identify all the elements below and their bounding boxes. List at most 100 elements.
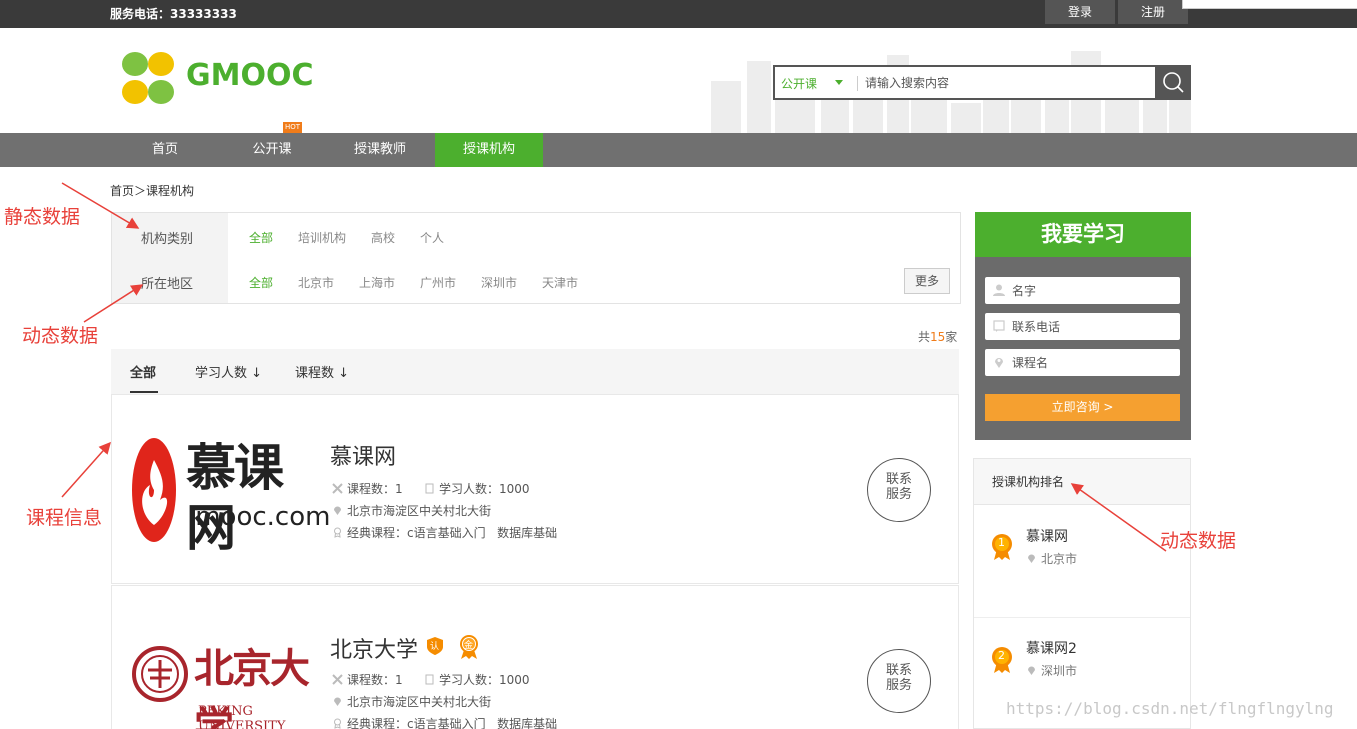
breadcrumb[interactable]: 首页＞课程机构 xyxy=(110,182,194,199)
ranking-org-city: 深圳市 xyxy=(1026,662,1077,679)
ranking-item[interactable]: 1 慕课网 北京市 xyxy=(974,506,1190,618)
name-input[interactable] xyxy=(1012,281,1172,300)
region-option-beijing[interactable]: 北京市 xyxy=(298,274,334,291)
student-count-text: 学习人数：1000 xyxy=(439,482,530,496)
category-option-training[interactable]: 培训机构 xyxy=(298,229,346,246)
total-suffix: 家 xyxy=(945,330,958,344)
award-icon xyxy=(334,527,341,538)
region-option-shenzhen[interactable]: 深圳市 xyxy=(481,274,517,291)
consult-form-title: 我要学习 xyxy=(975,212,1191,257)
classic-label: 经典课程： xyxy=(347,526,408,540)
search-category-select[interactable]: 公开课 xyxy=(781,75,817,92)
org-card: 北京大学 PEKING UNIVERSITY 北京大学 认 金 课程数：1 学习… xyxy=(111,585,959,729)
nav-item-teachers[interactable]: 授课教师 xyxy=(330,133,430,167)
name-field[interactable] xyxy=(985,277,1180,304)
sort-tab-all[interactable]: 全部 xyxy=(130,362,156,381)
search-input[interactable] xyxy=(865,73,1145,93)
org-logo-imooc[interactable]: 慕课网 imooc.com xyxy=(132,430,330,557)
course-count-text: 课程数：1 xyxy=(347,673,403,687)
hot-badge: HOT xyxy=(283,122,302,133)
chevron-down-icon[interactable] xyxy=(835,80,843,85)
org-course-count: 课程数：1 xyxy=(332,671,403,688)
course-count-text: 课程数：1 xyxy=(347,482,403,496)
ranking-org-name[interactable]: 慕课网2 xyxy=(1026,638,1077,658)
sort-tab-students[interactable]: 学习人数 ↓ xyxy=(195,362,262,381)
gold-badge-icon: 金 xyxy=(458,634,480,660)
award-icon xyxy=(334,718,341,729)
tools-icon xyxy=(332,483,343,494)
region-option-tianjin[interactable]: 天津市 xyxy=(542,274,578,291)
course-field[interactable] xyxy=(985,349,1180,376)
rank-medal-icon: 2 xyxy=(991,646,1013,677)
more-regions-button[interactable]: 更多 xyxy=(904,268,950,294)
annotation-static-data: 静态数据 xyxy=(4,206,81,228)
location-icon xyxy=(995,358,1003,368)
nav-item-home[interactable]: 首页 xyxy=(115,133,215,167)
active-tab-underline xyxy=(130,391,158,393)
service-phone: 服务电话：33333333 xyxy=(110,7,237,21)
tools-icon xyxy=(332,674,343,685)
classic-course-link[interactable]: c语言基础入门 xyxy=(407,717,486,729)
sort-tab-courses[interactable]: 课程数 ↓ xyxy=(295,362,349,381)
org-course-count: 课程数：1 xyxy=(332,480,403,497)
region-option-all[interactable]: 全部 xyxy=(249,274,273,291)
region-option-guangzhou[interactable]: 广州市 xyxy=(420,274,456,291)
contact-line2: 服务 xyxy=(885,678,912,693)
nav-item-orgs[interactable]: 授课机构 xyxy=(435,133,543,167)
annotation-course-info: 课程信息 xyxy=(26,507,103,529)
nav-item-courses[interactable]: 公开课 xyxy=(222,133,322,167)
city-text: 北京市 xyxy=(1041,552,1078,566)
org-name[interactable]: 慕课网 xyxy=(330,439,396,471)
rank-number: 1 xyxy=(998,536,1005,549)
phone-field[interactable] xyxy=(985,313,1180,340)
org-classic-courses: 经典课程：c语言基础入门 数据库基础 xyxy=(332,715,557,729)
consult-form: 我要学习 立即咨询 > xyxy=(975,212,1191,440)
consult-submit-button[interactable]: 立即咨询 > xyxy=(985,394,1180,421)
org-name[interactable]: 北京大学 xyxy=(330,632,418,664)
ranking-org-city: 北京市 xyxy=(1026,550,1077,567)
category-option-individual[interactable]: 个人 xyxy=(420,229,444,246)
total-number: 15 xyxy=(930,330,946,344)
course-input[interactable] xyxy=(1012,353,1172,372)
document-icon xyxy=(425,483,434,494)
contact-service-button[interactable]: 联系 服务 xyxy=(867,458,931,522)
location-icon xyxy=(334,697,341,706)
login-button[interactable]: 登录 xyxy=(1045,0,1115,24)
search-button[interactable] xyxy=(1155,65,1191,100)
address-text: 北京市海淀区中关村北大街 xyxy=(347,695,492,709)
search-divider xyxy=(857,76,858,91)
contact-service-button[interactable]: 联系 服务 xyxy=(867,649,931,713)
site-header: GMOOC 公开课 xyxy=(0,28,1357,133)
org-address: 北京市海淀区中关村北大街 xyxy=(332,693,491,710)
document-icon xyxy=(425,674,434,685)
phone-icon xyxy=(993,320,1005,332)
search-icon xyxy=(1163,72,1184,93)
org-filter-panel: 机构类别 所在地区 全部 培训机构 高校 个人 全部 北京市 上海市 广州市 深… xyxy=(111,212,961,304)
phone-input[interactable] xyxy=(1012,317,1172,336)
register-button[interactable]: 注册 xyxy=(1118,0,1188,24)
org-address: 北京市海淀区中关村北大街 xyxy=(332,502,491,519)
org-student-count: 学习人数：1000 xyxy=(424,671,530,688)
location-icon xyxy=(334,506,341,515)
search-box: 公开课 xyxy=(773,65,1191,100)
overlay-box xyxy=(1182,0,1357,9)
annotation-dynamic-data-left: 动态数据 xyxy=(22,325,99,347)
classic-label: 经典课程： xyxy=(347,717,408,729)
classic-course-link[interactable]: 数据库基础 xyxy=(497,717,557,729)
ranking-org-name[interactable]: 慕课网 xyxy=(1026,526,1068,546)
user-icon xyxy=(993,284,1005,296)
contact-line1: 联系 xyxy=(885,663,912,678)
classic-course-link[interactable]: 数据库基础 xyxy=(497,526,557,540)
gmooc-logo-icon[interactable] xyxy=(120,50,176,106)
region-option-shanghai[interactable]: 上海市 xyxy=(359,274,395,291)
category-option-all[interactable]: 全部 xyxy=(249,229,273,246)
city-text: 深圳市 xyxy=(1041,664,1078,678)
org-classic-courses: 经典课程：c语言基础入门 数据库基础 xyxy=(332,524,557,541)
location-icon xyxy=(1028,666,1035,675)
classic-course-link[interactable]: c语言基础入门 xyxy=(407,526,486,540)
org-student-count: 学习人数：1000 xyxy=(424,480,530,497)
org-logo-pku[interactable]: 北京大学 PEKING UNIVERSITY xyxy=(132,626,312,729)
pku-seal-icon xyxy=(132,646,188,702)
logo-text[interactable]: GMOOC xyxy=(186,58,314,93)
category-option-university[interactable]: 高校 xyxy=(371,229,395,246)
